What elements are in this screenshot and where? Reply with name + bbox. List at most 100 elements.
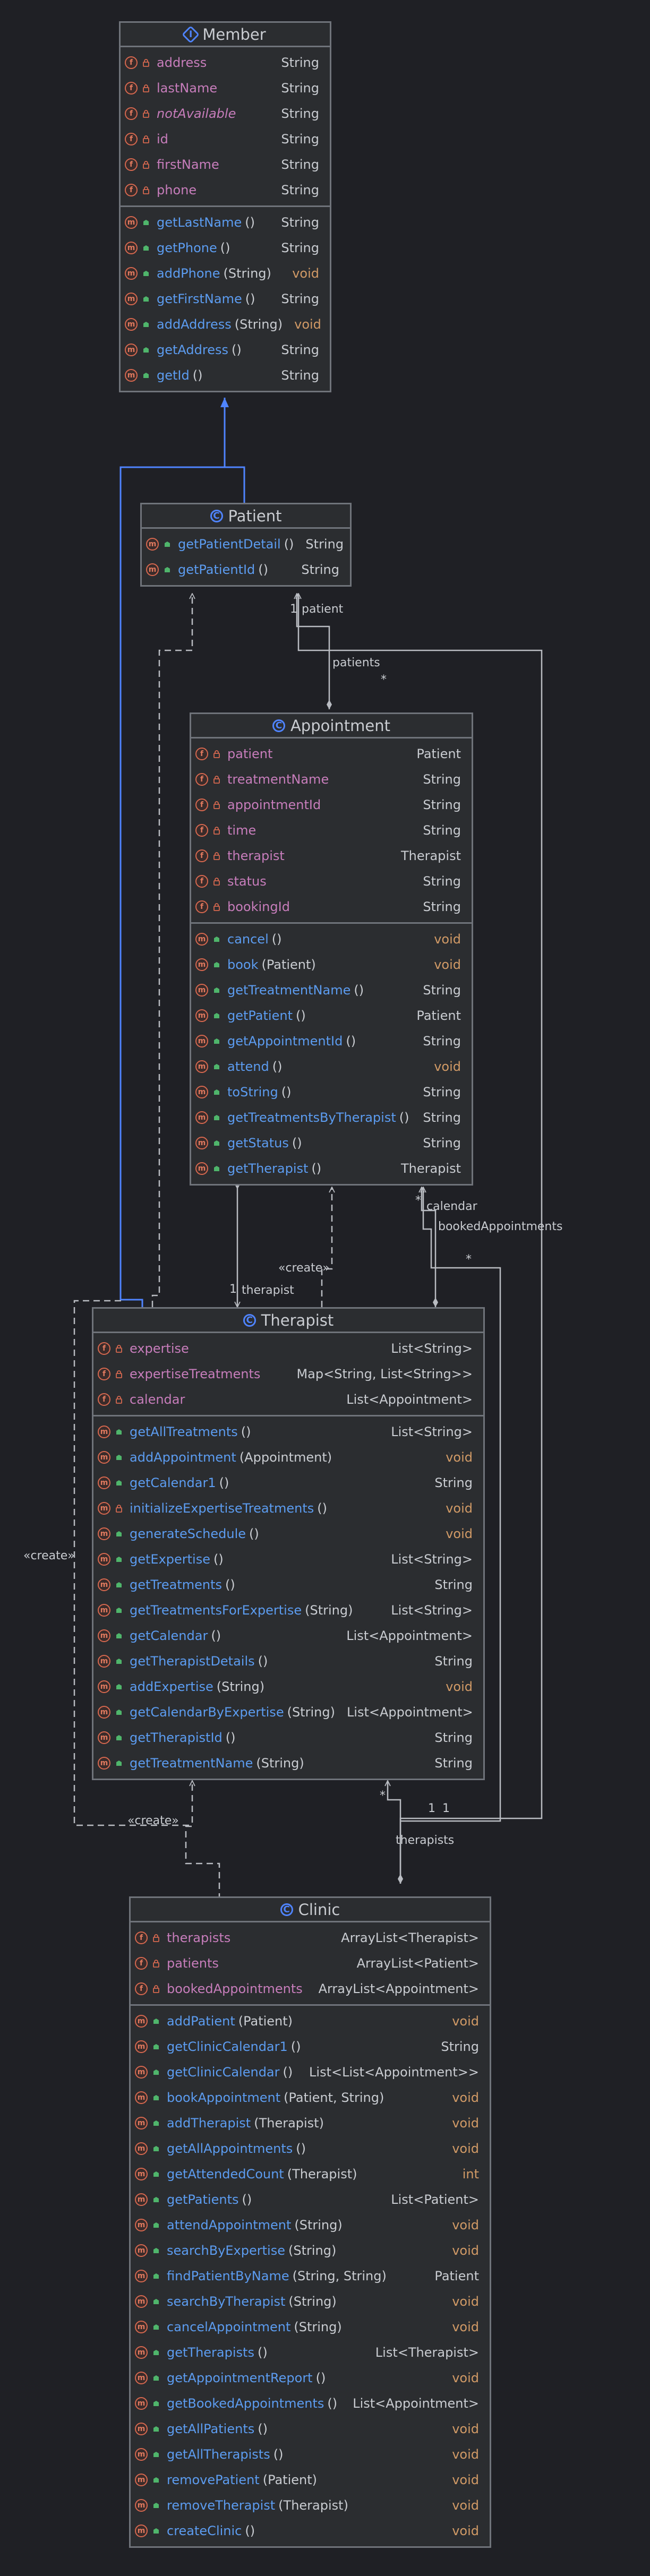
method-row[interactable]: m addAppointment (Appointment) void [93,1445,483,1470]
method-row[interactable]: m addPhone (String) void [121,261,330,286]
method-row[interactable]: m getId() String [121,363,330,388]
method-name: getTherapistId [130,1730,223,1745]
field-row[interactable]: f phone String [121,177,330,203]
method-row[interactable]: m getTreatments() String [93,1572,483,1598]
method-row[interactable]: m addPatient (Patient) void [131,2008,490,2034]
method-row[interactable]: m attendAppointment (String) void [131,2212,490,2238]
method-row[interactable]: m getTherapistDetails() String [93,1648,483,1674]
method-row[interactable]: m getCalendar1() String [93,1470,483,1496]
field-row[interactable]: f expertise List<String> [93,1336,483,1361]
lock-icon [153,1934,159,1942]
method-row[interactable]: m book (Patient) void [191,952,472,977]
field-row[interactable]: f patients ArrayList<Patient> [131,1951,490,1976]
method-row[interactable]: m getAllTherapists() void [131,2442,490,2467]
field-row[interactable]: f lastName String [121,75,330,101]
method-row[interactable]: m addAddress (String) void [121,312,330,337]
method-row[interactable]: m searchByExpertise (String) void [131,2238,490,2263]
method-row[interactable]: m getCalendar() List<Appointment> [93,1623,483,1648]
method-icon: m [195,1086,208,1098]
method-row[interactable]: m createClinic() void [131,2518,490,2544]
field-row[interactable]: f bookingId String [191,894,472,920]
class-clinic[interactable]: C Clinic f therapists ArrayList<Therapist>… [129,1896,491,2548]
method-row[interactable]: m getBookedAppointments() List<Appointment… [131,2391,490,2416]
method-row[interactable]: m getAddress () String [121,337,330,363]
method-row[interactable]: m getExpertise() List<String> [93,1547,483,1572]
method-row[interactable]: m initializeExpertiseTreatments() void [93,1496,483,1521]
field-type: String [423,899,461,914]
method-row[interactable]: m searchByTherapist (String) void [131,2289,490,2314]
field-row[interactable]: f therapists ArrayList<Therapist> [131,1925,490,1951]
method-row[interactable]: m getTreatmentName (String) String [93,1750,483,1776]
field-row[interactable]: f firstName String [121,152,330,177]
field-row[interactable]: f treatmentName String [191,767,472,792]
public-icon [116,1710,122,1715]
method-row[interactable]: m getTreatmentName() String [191,977,472,1003]
method-row[interactable]: m getFirstName() String [121,286,330,312]
class-therapist[interactable]: C Therapist f expertise List<String> f exper… [92,1307,485,1780]
field-row[interactable]: f id String [121,126,330,152]
field-row[interactable]: f appointmentId String [191,792,472,818]
method-params: () [273,2447,284,2462]
method-row[interactable]: m generateSchedule() void [93,1521,483,1547]
method-row[interactable]: m getPatients() List<Patient> [131,2187,490,2212]
lock-icon [116,1345,122,1353]
field-row[interactable]: f status String [191,869,472,894]
method-row[interactable]: m addExpertise (String) void [93,1674,483,1699]
method-row[interactable]: m removeTherapist (Therapist) void [131,2493,490,2518]
method-params: () [242,2192,252,2207]
field-row[interactable]: f time String [191,818,472,843]
field-row[interactable]: f therapist Therapist [191,843,472,869]
method-name: getClinicCalendar [167,2065,280,2080]
method-row[interactable]: m removePatient (Patient) void [131,2467,490,2493]
method-row[interactable]: m addTherapist (Therapist) void [131,2110,490,2136]
method-row[interactable]: m attend() void [191,1054,472,1079]
method-row[interactable]: m getLastName() String [121,210,330,235]
method-icon: m [135,2015,148,2028]
method-icon: m [195,1162,208,1175]
return-type: String [281,241,319,255]
method-row[interactable]: m getClinicCalendar1() String [131,2034,490,2059]
method-row[interactable]: m cancelAppointment (String) void [131,2314,490,2340]
class-appointment[interactable]: C Appointment f patient Patient f treatmentN… [190,712,473,1186]
field-row[interactable]: f bookedAppointments ArrayList<Appointment… [131,1976,490,2002]
method-row[interactable]: m getPatientDetail() String [142,531,350,557]
method-row[interactable]: m getTherapist() Therapist [191,1156,472,1181]
method-row[interactable]: m getClinicCalendar() List<List<Appointmen… [131,2059,490,2085]
method-row[interactable]: m getPatient() Patient [191,1003,472,1028]
method-row[interactable]: m getStatus() String [191,1130,472,1156]
method-row[interactable]: m getCalendarByExpertise (String) List<Appo… [93,1699,483,1725]
return-type: String [434,1654,473,1669]
method-row[interactable]: m getAllAppointments() void [131,2136,490,2161]
method-row[interactable]: m getPatientId() String [142,557,350,582]
field-row[interactable]: f notAvailable String [121,101,330,126]
method-row[interactable]: m getPhone() String [121,235,330,261]
method-row[interactable]: m getTherapists() List<Therapist> [131,2340,490,2365]
method-row[interactable]: m getAppointmentReport() void [131,2365,490,2391]
method-row[interactable]: m cancel() void [191,926,472,952]
class-member[interactable]: I Member f address String f lastName String f n… [119,21,331,392]
field-row[interactable]: f address String [121,50,330,75]
public-icon [153,2503,159,2508]
method-row[interactable]: m getTherapistId() String [93,1725,483,1750]
field-type: List<String> [391,1341,473,1356]
method-params: (String) [234,317,283,332]
method-row[interactable]: m findPatientByName (String, String) Patien… [131,2263,490,2289]
method-row[interactable]: m getTreatmentsByTherapist() String [191,1105,472,1130]
method-row[interactable]: m getAppointmentId() String [191,1028,472,1054]
method-icon: m [135,2423,148,2435]
method-row[interactable]: m toString() String [191,1079,472,1105]
field-row[interactable]: f expertiseTreatments Map<String, List<Str… [93,1361,483,1387]
method-row[interactable]: m bookAppointment (Patient, String) void [131,2085,490,2110]
method-row[interactable]: m getTreatmentsForExpertise (String) List<S… [93,1598,483,1623]
public-icon [153,2477,159,2483]
return-type: String [423,983,461,998]
method-row[interactable]: m getAllPatients() void [131,2416,490,2442]
field-name: bookingId [227,899,290,914]
method-row[interactable]: m getAttendedCount (Therapist) int [131,2161,490,2187]
method-row[interactable]: m getAllTreatments() List<String> [93,1419,483,1445]
method-icon: m [98,1578,110,1591]
field-row[interactable]: f calendar List<Appointment> [93,1387,483,1412]
field-row[interactable]: f patient Patient [191,741,472,767]
method-icon: m [125,369,138,382]
class-patient[interactable]: C Patient m getPatientDetail() String m getP… [140,503,352,587]
